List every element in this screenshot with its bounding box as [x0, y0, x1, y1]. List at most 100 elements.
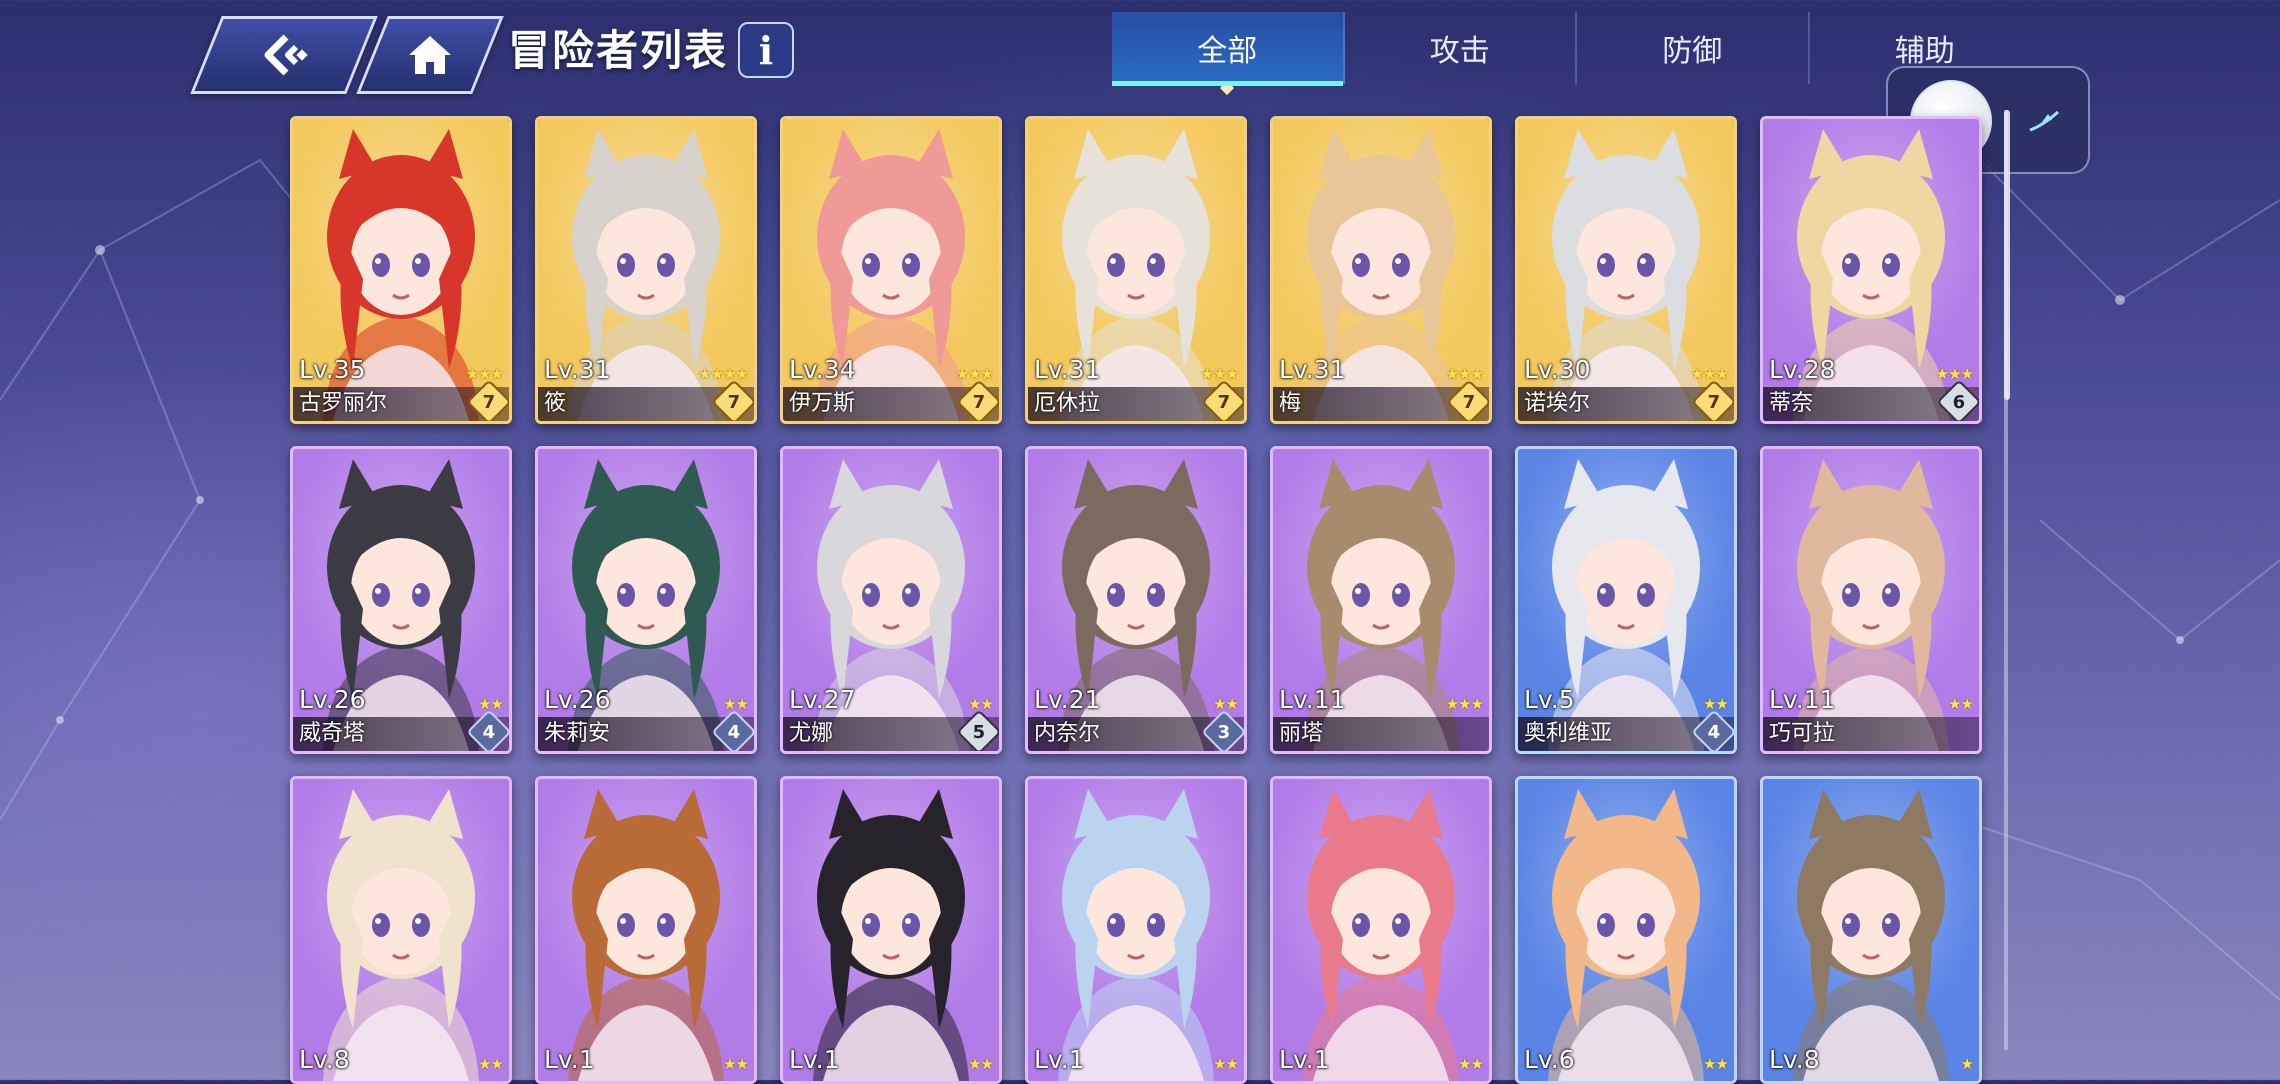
level-label: Lv.1 [544, 1045, 595, 1074]
level-label: Lv.1 [1034, 1045, 1085, 1074]
rank-number: 4 [727, 721, 741, 743]
rank-number: 4 [482, 721, 496, 743]
feather-icon [2029, 110, 2059, 132]
tab-label: 辅助 [1894, 34, 1955, 69]
rank-number: 4 [1707, 721, 1721, 743]
tab-all[interactable]: 全部 [1112, 12, 1345, 96]
level-label: Lv.31 [544, 355, 611, 384]
adventurer-name: 威奇塔 [299, 721, 366, 746]
adventurer-name: 筱 [544, 391, 567, 416]
adventurer-card[interactable]: Lv.1 ★★ [1270, 776, 1492, 1084]
adventurer-name: 尤娜 [789, 721, 834, 746]
adventurer-card[interactable]: Lv.11 ★★ 巧可拉 [1760, 446, 1982, 754]
star-rating: ★★★ [955, 365, 994, 383]
tab-label: 防御 [1662, 34, 1723, 69]
back-arrow-icon [264, 34, 308, 76]
adventurer-card[interactable]: Lv.21 ★★ 内奈尔 3 [1025, 446, 1247, 754]
adventurer-name: 蒂奈 [1769, 391, 1814, 416]
star-rating: ★★ [723, 695, 749, 713]
adventurer-name: 厄休拉 [1034, 391, 1101, 416]
info-icon: i [758, 27, 774, 73]
adventurer-name: 诺埃尔 [1524, 391, 1591, 416]
star-rating: ★★ [1458, 1055, 1484, 1073]
adventurer-card[interactable]: Lv.6 ★★ [1515, 776, 1737, 1084]
rank-number: 7 [1707, 391, 1721, 413]
back-button[interactable] [190, 16, 378, 94]
character-portrait [1058, 789, 1214, 1081]
level-label: Lv.11 [1769, 685, 1836, 714]
level-label: Lv.1 [1279, 1045, 1330, 1074]
rank-number: 5 [972, 721, 986, 743]
star-rating: ★ [1960, 1055, 1974, 1073]
adventurer-card[interactable]: Lv.8 ★★ [290, 776, 512, 1084]
adventurer-card[interactable]: Lv.1 ★★ [780, 776, 1002, 1084]
star-rating: ★★★ [1690, 365, 1729, 383]
star-rating: ★★ [1948, 695, 1974, 713]
level-label: Lv.1 [789, 1045, 840, 1074]
level-label: Lv.30 [1524, 355, 1591, 384]
list-scrollbar-thumb[interactable] [2004, 110, 2010, 400]
adventurer-card[interactable]: Lv.27 ★★ 尤娜 5 [780, 446, 1002, 754]
adventurer-card[interactable]: Lv.11 ★★★ 丽塔 [1270, 446, 1492, 754]
tab-label: 全部 [1197, 34, 1258, 69]
adventurer-card[interactable]: Lv.31 ★★★ 梅 7 [1270, 116, 1492, 424]
adventurer-card[interactable]: Lv.31 ★★★★ 筱 7 [535, 116, 757, 424]
star-rating: ★★★★ [698, 365, 749, 383]
star-rating: ★★ [478, 1055, 504, 1073]
star-rating: ★★ [968, 695, 994, 713]
adventurer-card[interactable]: Lv.35 ★★★ 古罗丽尔 7 [290, 116, 512, 424]
star-rating: ★★ [968, 1055, 994, 1073]
star-rating: ★★ [723, 1055, 749, 1073]
character-portrait [1548, 789, 1704, 1081]
rank-number: 7 [972, 391, 986, 413]
level-label: Lv.31 [1279, 355, 1346, 384]
tab-label: 攻击 [1429, 34, 1490, 69]
rank-number: 6 [1952, 391, 1966, 413]
level-label: Lv.8 [299, 1045, 350, 1074]
adventurer-card[interactable]: Lv.1 ★★ [535, 776, 757, 1084]
adventurer-card[interactable]: Lv.28 ★★★ 蒂奈 6 [1760, 116, 1982, 424]
tab-defense[interactable]: 防御 [1577, 12, 1810, 84]
tab-attack[interactable]: 攻击 [1345, 12, 1577, 84]
level-label: Lv.21 [1034, 685, 1101, 714]
adventurer-name: 朱莉安 [544, 721, 611, 746]
adventurer-grid: Lv.35 ★★★ 古罗丽尔 7 Lv.31 ★★★★ 筱 7 Lv.34 ★★★ 伊万斯 7 Lv.3… [290, 116, 1982, 1084]
level-label: Lv.31 [1034, 355, 1101, 384]
adventurer-card[interactable]: Lv.5 ★★ 奥利维亚 4 [1515, 446, 1737, 754]
rank-number: 7 [1462, 391, 1476, 413]
star-rating: ★★★ [465, 365, 504, 383]
rank-number: 7 [727, 391, 741, 413]
adventurer-name: 梅 [1279, 391, 1302, 416]
adventurer-card[interactable]: Lv.26 ★★ 威奇塔 4 [290, 446, 512, 754]
adventurer-card[interactable]: Lv.26 ★★ 朱莉安 4 [535, 446, 757, 754]
adventurer-card[interactable]: Lv.31 ★★★ 厄休拉 7 [1025, 116, 1247, 424]
level-label: Lv.5 [1524, 685, 1575, 714]
adventurer-card[interactable]: Lv.1 ★★ [1025, 776, 1247, 1084]
adventurer-card[interactable]: Lv.34 ★★★ 伊万斯 7 [780, 116, 1002, 424]
level-label: Lv.8 [1769, 1045, 1820, 1074]
star-rating: ★★ [1703, 1055, 1729, 1073]
character-portrait [1793, 789, 1949, 1081]
rank-number: 7 [1217, 391, 1231, 413]
level-label: Lv.6 [1524, 1045, 1575, 1074]
level-label: Lv.34 [789, 355, 856, 384]
info-button[interactable]: i [738, 22, 794, 78]
level-label: Lv.27 [789, 685, 856, 714]
rank-number: 7 [482, 391, 496, 413]
level-label: Lv.11 [1279, 685, 1346, 714]
adventurer-name: 奥利维亚 [1524, 721, 1613, 746]
home-icon [409, 36, 451, 74]
adventurer-card[interactable]: Lv.30 ★★★ 诺埃尔 7 [1515, 116, 1737, 424]
adventurer-name: 古罗丽尔 [299, 391, 388, 416]
character-portrait [323, 789, 479, 1081]
rank-number: 3 [1217, 721, 1231, 743]
level-label: Lv.28 [1769, 355, 1836, 384]
character-portrait [813, 789, 969, 1081]
adventurer-name: 巧可拉 [1769, 721, 1836, 746]
adventurer-name: 内奈尔 [1034, 721, 1101, 746]
adventurer-name: 丽塔 [1279, 721, 1324, 746]
adventurer-card[interactable]: Lv.8 ★ [1760, 776, 1982, 1084]
adventurer-name: 伊万斯 [789, 391, 856, 416]
star-rating: ★★ [1213, 1055, 1239, 1073]
star-rating: ★★ [478, 695, 504, 713]
